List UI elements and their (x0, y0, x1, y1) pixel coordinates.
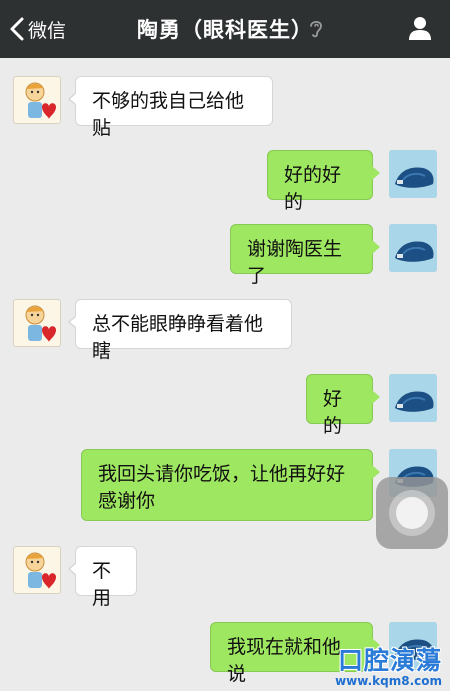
watermark: 口腔演蕩 www.kqm8.com (335, 648, 442, 687)
photo-avatar-icon (389, 374, 437, 422)
cartoon-avatar-icon (25, 552, 56, 589)
avatar[interactable] (389, 374, 437, 422)
avatar[interactable] (389, 224, 437, 272)
avatar[interactable] (389, 150, 437, 198)
cartoon-avatar-icon (25, 82, 56, 119)
chat-title: 陶勇（眼科医生） (137, 18, 313, 42)
cartoon-avatar-icon (25, 305, 56, 342)
message-bubble[interactable]: 不够的我自己给他贴 (68, 76, 273, 139)
avatar[interactable] (13, 299, 61, 347)
avatar[interactable] (13, 76, 61, 124)
chat-header: 微信 陶勇（眼科医生） (0, 0, 450, 58)
message-bubble[interactable]: 我回头请你吃饭，让他再好好感谢你 (81, 449, 380, 521)
message-bubble[interactable]: 总不能眼睁睁看着他瞎 (68, 299, 292, 362)
watermark-logo-text: 口腔演蕩 (337, 646, 442, 675)
chat-info-icon[interactable] (408, 15, 432, 41)
photo-avatar-icon (389, 224, 437, 272)
message-bubble[interactable]: 不用 (68, 546, 137, 609)
message-bubble[interactable]: 好的好的 (267, 150, 380, 213)
watermark-url: www.kqm8.com (335, 674, 442, 688)
message-bubble[interactable]: 好的 (306, 374, 380, 437)
avatar[interactable] (13, 546, 61, 594)
assistive-touch-icon (396, 497, 428, 529)
assistive-touch-button[interactable] (376, 477, 448, 549)
photo-avatar-icon (389, 150, 437, 198)
message-bubble[interactable]: 谢谢陶医生了 (230, 224, 380, 287)
earpiece-mode-icon (310, 20, 322, 38)
